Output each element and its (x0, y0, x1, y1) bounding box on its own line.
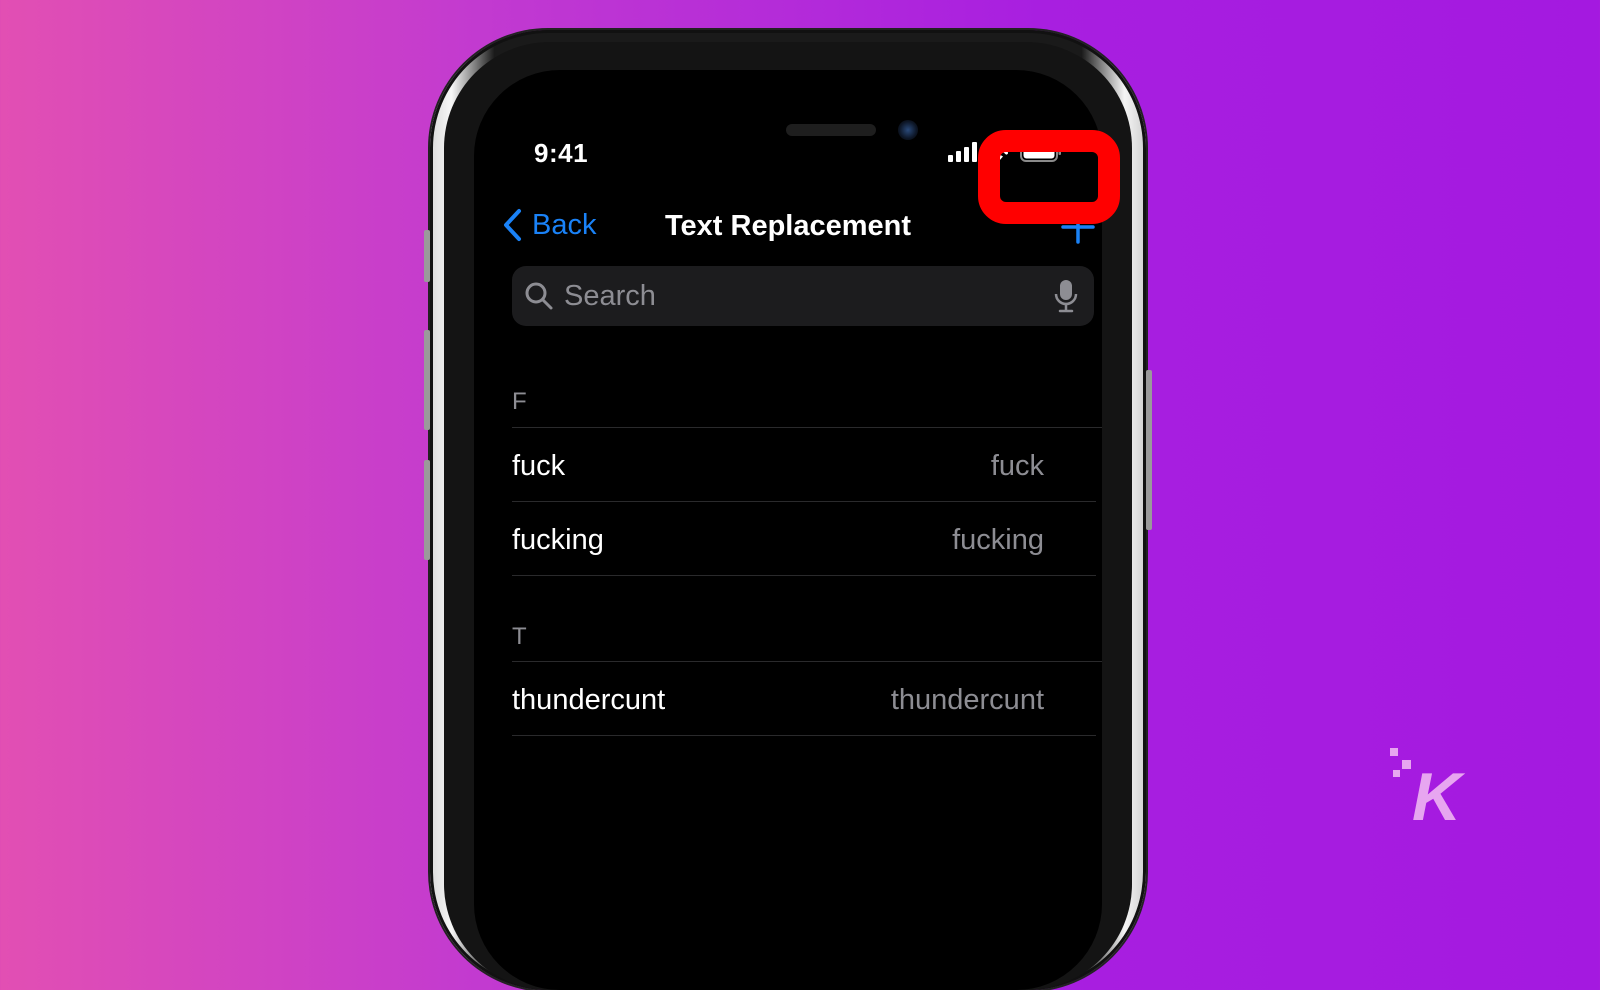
list-item[interactable]: fucking fucking (512, 503, 1096, 577)
search-icon (525, 282, 553, 310)
power-button (1146, 370, 1152, 530)
silent-switch (424, 230, 430, 282)
row-phrase: fucking (512, 523, 604, 556)
divider (512, 661, 1102, 662)
volume-down-button (424, 460, 430, 560)
cellular-signal-icon (948, 142, 977, 162)
list-item[interactable]: thundercunt thundercunt (512, 663, 1096, 737)
row-shortcut: fucking (952, 523, 1044, 556)
search-bar[interactable] (512, 266, 1094, 326)
volume-up-button (424, 330, 430, 430)
section-header-f: F (512, 388, 527, 415)
front-camera (898, 120, 918, 140)
svg-text:K: K (1412, 759, 1466, 830)
row-phrase: thundercunt (512, 683, 666, 716)
wifi-icon (986, 142, 1012, 161)
phone-frame: 9:41 Back Text Replacement Search F fuck… (424, 30, 1152, 990)
divider (512, 575, 1096, 576)
earpiece-speaker (786, 124, 876, 136)
battery-icon (1020, 142, 1061, 162)
divider (512, 501, 1096, 502)
knowtechie-logo: K (1390, 748, 1466, 830)
status-time: 9:41 (534, 138, 589, 168)
row-phrase: fuck (512, 449, 566, 482)
plus-icon (1061, 210, 1095, 244)
page-title: Text Replacement (664, 210, 912, 242)
row-shortcut: thundercunt (890, 683, 1044, 716)
list-item[interactable]: fuck fuck (512, 429, 1096, 503)
bezel: 9:41 Back Text Replacement Search F fuck… (444, 42, 1132, 990)
search-input[interactable] (554, 278, 1054, 314)
add-replacement-button[interactable] (1020, 194, 1102, 260)
section-index-bar[interactable]: ABCDEFGHIJKLMNOP (1100, 536, 1102, 910)
divider (512, 735, 1096, 736)
divider (512, 427, 1102, 428)
microphone-icon[interactable] (1054, 279, 1078, 313)
section-header-t: T (512, 623, 527, 650)
status-icons (948, 142, 1062, 162)
screen: 9:41 Back Text Replacement Search F fuck… (474, 70, 1102, 990)
row-shortcut: fuck (990, 449, 1044, 482)
